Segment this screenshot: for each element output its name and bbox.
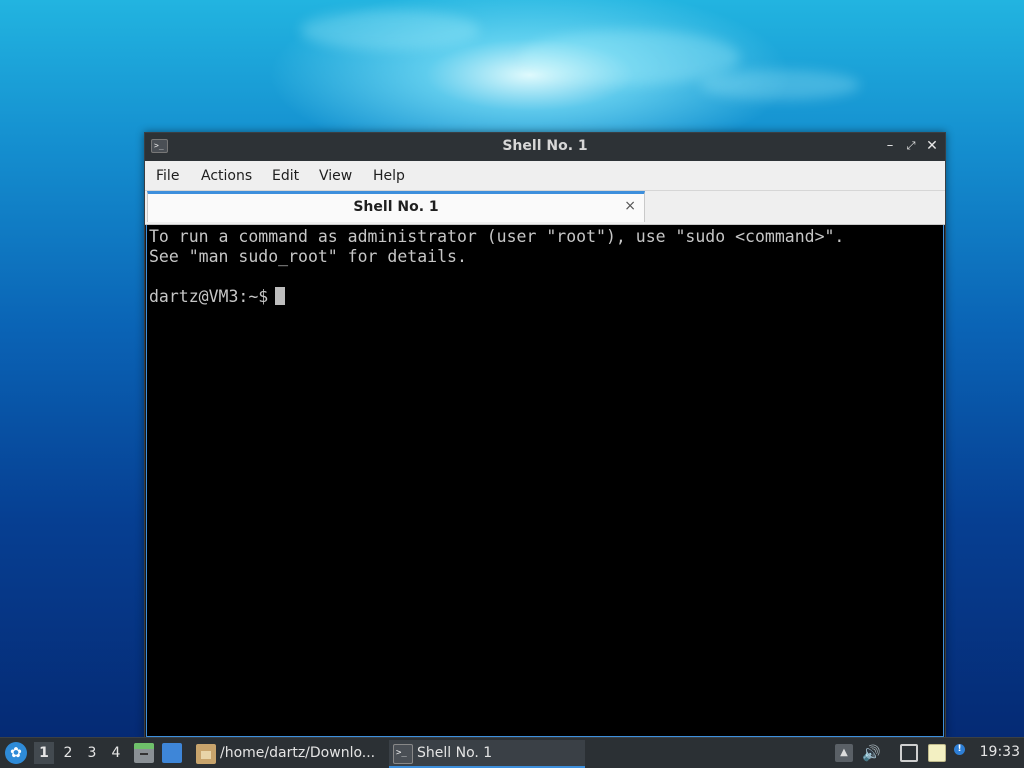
terminal-prompt-line: dartz@VM3:~$ bbox=[149, 287, 943, 307]
file-manager-icon[interactable] bbox=[134, 743, 154, 763]
terminal-window: >_ Shell No. 1 – ⤢ ✕ File Actions Edit V… bbox=[144, 132, 946, 738]
tab-label: Shell No. 1 bbox=[353, 199, 439, 215]
tray-expand-icon[interactable]: ▲ bbox=[835, 744, 853, 762]
volume-icon[interactable]: 🔊 bbox=[862, 744, 881, 762]
menu-actions[interactable]: Actions bbox=[201, 168, 252, 184]
terminal-prompt: dartz@VM3:~$ bbox=[149, 287, 269, 306]
terminal-cursor bbox=[275, 287, 286, 305]
tab-shell-1[interactable]: Shell No. 1 × bbox=[147, 191, 645, 222]
terminal-line: To run a command as administrator (user … bbox=[149, 227, 845, 246]
update-notifier-icon[interactable]: ! bbox=[953, 744, 971, 762]
wallpaper-light bbox=[300, 10, 480, 50]
workspace-3-button[interactable]: 3 bbox=[82, 742, 102, 764]
menu-view[interactable]: View bbox=[319, 168, 352, 184]
clipboard-icon[interactable] bbox=[928, 744, 946, 762]
window-titlebar[interactable]: >_ Shell No. 1 – ⤢ ✕ bbox=[145, 133, 945, 161]
workspace-4-button[interactable]: 4 bbox=[106, 742, 126, 764]
window-title: Shell No. 1 bbox=[502, 138, 588, 154]
folder-icon bbox=[196, 744, 216, 764]
terminal-line: See "man sudo_root" for details. bbox=[149, 247, 467, 266]
wallpaper-light bbox=[520, 30, 740, 85]
workspace-2-button[interactable]: 2 bbox=[58, 742, 78, 764]
taskbar: ✿ 1 2 3 4 /home/dartz/Downlo... >_ Shell… bbox=[0, 737, 1024, 768]
clock[interactable]: 19:33 bbox=[980, 744, 1020, 760]
menubar: File Actions Edit View Help bbox=[145, 161, 945, 191]
taskbar-task-file-manager[interactable]: /home/dartz/Downlo... bbox=[192, 740, 382, 768]
terminal-output[interactable]: To run a command as administrator (user … bbox=[146, 225, 944, 737]
minimize-button[interactable]: – bbox=[882, 138, 898, 154]
task-label: /home/dartz/Downlo... bbox=[220, 745, 376, 761]
show-desktop-icon[interactable] bbox=[162, 743, 182, 763]
workspace-1-button[interactable]: 1 bbox=[34, 742, 54, 764]
taskbar-task-terminal[interactable]: >_ Shell No. 1 bbox=[389, 740, 585, 768]
start-menu-button[interactable]: ✿ bbox=[5, 742, 27, 764]
tab-close-icon[interactable]: × bbox=[624, 198, 636, 214]
close-button[interactable]: ✕ bbox=[924, 138, 940, 154]
wallpaper-light bbox=[700, 70, 860, 100]
terminal-icon: >_ bbox=[393, 744, 413, 764]
network-icon[interactable] bbox=[900, 744, 918, 762]
tab-bar: Shell No. 1 × bbox=[145, 191, 945, 225]
menu-help[interactable]: Help bbox=[373, 168, 405, 184]
menu-edit[interactable]: Edit bbox=[272, 168, 299, 184]
task-label: Shell No. 1 bbox=[417, 745, 493, 761]
menu-file[interactable]: File bbox=[156, 168, 179, 184]
maximize-button[interactable]: ⤢ bbox=[903, 138, 919, 154]
